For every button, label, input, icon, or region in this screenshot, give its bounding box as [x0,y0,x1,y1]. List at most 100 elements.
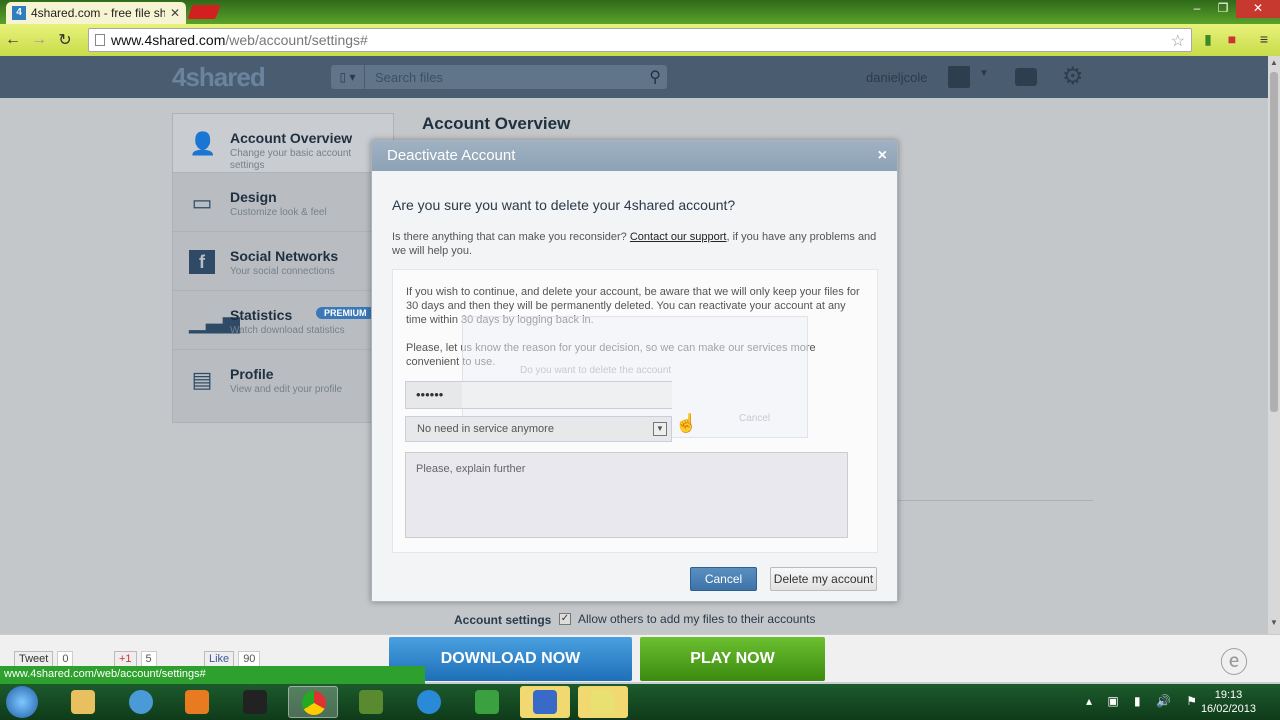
new-tab-button[interactable] [187,5,221,19]
sidebar-item-sub: Your social connections [230,266,335,277]
avatar-icon[interactable] [948,66,970,88]
forward-icon[interactable]: → [26,31,52,49]
taskbar-security[interactable] [520,686,570,718]
url-host: www.4shared.com [111,32,226,48]
taskbar-sims[interactable] [462,686,512,718]
like-button[interactable]: Like [204,651,235,667]
sidebar-item-sub: Customize look & feel [230,207,327,218]
tweet-button[interactable]: Tweet [14,651,54,667]
deactivate-account-dialog: Deactivate Account × Are you sure you wa… [371,140,898,602]
like-share[interactable]: Like 90 [204,651,261,667]
windows-taskbar: ▴ ▣ ▮ 🔊 ⚑ 19:13 16/02/2013 [0,684,1280,720]
password-value: •••••• [416,387,444,402]
system-tray[interactable]: ▴ ▣ ▮ 🔊 ⚑ [1086,694,1203,708]
file-type-dropdown[interactable]: ▯ ▾ [331,65,365,89]
browser-toolbar: ← → ↻ www.4shared.com/web/account/settin… [0,24,1280,56]
extension-icon[interactable]: ▮ [1198,28,1218,50]
sidebar-item-label: Statistics [230,307,293,323]
start-button[interactable] [6,686,38,718]
reconsider-pre: Is there anything that can make you reco… [392,231,630,243]
taskbar-notes[interactable] [578,686,628,718]
gplus-button[interactable]: +1 [114,651,137,667]
tweet-share[interactable]: Tweet 0 [14,651,74,667]
gplus-count: 5 [140,651,157,667]
taskbar-explorer[interactable] [58,686,108,718]
chevron-down-icon[interactable]: ▼ [979,68,989,79]
taskbar-media[interactable] [172,686,222,718]
account-settings-label: Account settings [454,613,552,627]
bookmark-star-icon[interactable]: ☆ [1171,31,1185,51]
sticky-notes-icon [591,690,615,714]
minecraft-icon [359,690,383,714]
password-field[interactable]: •••••• [405,381,672,409]
messages-icon[interactable] [1015,68,1037,86]
search-box: ▯ ▾ Search files ⚲ [331,65,667,89]
reason-selected: No need in service anymore [417,423,554,435]
clock-date: 16/02/2013 [1200,703,1256,715]
reload-icon[interactable]: ↻ [52,30,78,50]
delete-account-button[interactable]: Delete my account [770,567,877,591]
page-title: Account Overview [422,114,571,133]
site-logo[interactable]: 4shared [172,62,266,93]
person-icon: 👤 [189,131,217,156]
sidebar-item-profile[interactable]: ▤ Profile View and edit your profile [173,350,393,409]
taskbar-messenger[interactable] [116,686,166,718]
monitor-icon: ▭ [191,190,213,215]
username[interactable]: danieljcole [866,70,927,85]
ad-logo-icon[interactable]: ⓔ [1220,641,1248,681]
scroll-thumb[interactable] [1270,72,1278,412]
divider [898,500,1093,501]
extension-flag-icon[interactable]: ■ [1222,28,1242,50]
sidebar-item-account-overview[interactable]: 👤 Account Overview Change your basic acc… [173,114,393,173]
address-bar[interactable]: www.4shared.com/web/account/settings# ☆ [88,28,1192,52]
clock[interactable]: 19:13 16/02/2013 [1201,688,1256,716]
sidebar-item-sub: View and edit your profile [230,384,343,395]
dialog-header: Deactivate Account × [372,141,897,171]
download-now-button[interactable]: DOWNLOAD NOW [389,637,632,681]
contact-support-link[interactable]: Contact our support [630,231,727,243]
media-player-icon [185,690,209,714]
browser-tab[interactable]: 4 4shared.com - free file sh ✕ [6,2,186,24]
window-close-icon[interactable]: ✕ [1236,0,1280,18]
scroll-down-icon[interactable]: ▼ [1268,618,1280,630]
sidebar-item-social-networks[interactable]: f Social Networks Your social connection… [173,232,393,291]
sidebar-item-design[interactable]: ▭ Design Customize look & feel [173,173,393,232]
taskbar-app[interactable] [230,686,280,718]
tweet-count: 0 [57,651,74,667]
restore-icon[interactable]: ❐ [1210,0,1236,18]
tab-title: 4shared.com - free file sh [31,6,165,20]
minimize-icon[interactable]: – [1184,0,1210,18]
gplus-share[interactable]: +1 5 [114,651,157,667]
close-icon[interactable]: × [878,141,887,171]
password-field-fill [462,382,672,408]
allow-others-checkbox[interactable]: ✓ [559,613,571,625]
window-controls: – ❐ ✕ [1184,0,1280,18]
taskbar-minecraft[interactable] [346,686,396,718]
site-header: 4shared ▯ ▾ Search files ⚲ danieljcole ▼… [0,56,1268,98]
sidebar-item-label: Social Networks [230,248,339,264]
menu-icon[interactable]: ≡ [1254,28,1274,50]
dialog-question: Are you sure you want to delete your 4sh… [392,197,736,213]
chrome-icon [302,691,326,715]
shield-icon [533,690,557,714]
explain-textarea[interactable]: Please, explain further [405,452,848,538]
tab-close-icon[interactable]: ✕ [170,6,180,20]
scroll-up-icon[interactable]: ▲ [1268,58,1280,70]
facebook-icon: f [189,250,215,274]
sidebar-item-statistics[interactable]: ▁▃▅ Statistics PREMIUM Watch download st… [173,291,393,350]
ghost-text: Do you want to delete the account [520,365,672,376]
page-icon [95,34,105,46]
back-icon[interactable]: ← [0,31,26,49]
hand-cursor-icon: ☝ [675,413,698,433]
dropdown-arrow-icon[interactable]: ▼ [653,422,667,436]
play-now-button[interactable]: PLAY NOW [640,637,825,681]
url-path: /web/account/settings# [225,32,368,48]
gear-icon[interactable]: ⚙ [1062,62,1084,91]
search-icon[interactable]: ⚲ [649,67,661,87]
taskbar-chrome[interactable] [288,686,338,718]
page-scrollbar[interactable]: ▲ ▼ [1268,56,1280,634]
taskbar-ie[interactable] [404,686,454,718]
reason-select[interactable]: No need in service anymore ▼ [405,416,672,442]
search-input[interactable]: Search files [375,70,443,85]
cancel-button[interactable]: Cancel [690,567,757,591]
